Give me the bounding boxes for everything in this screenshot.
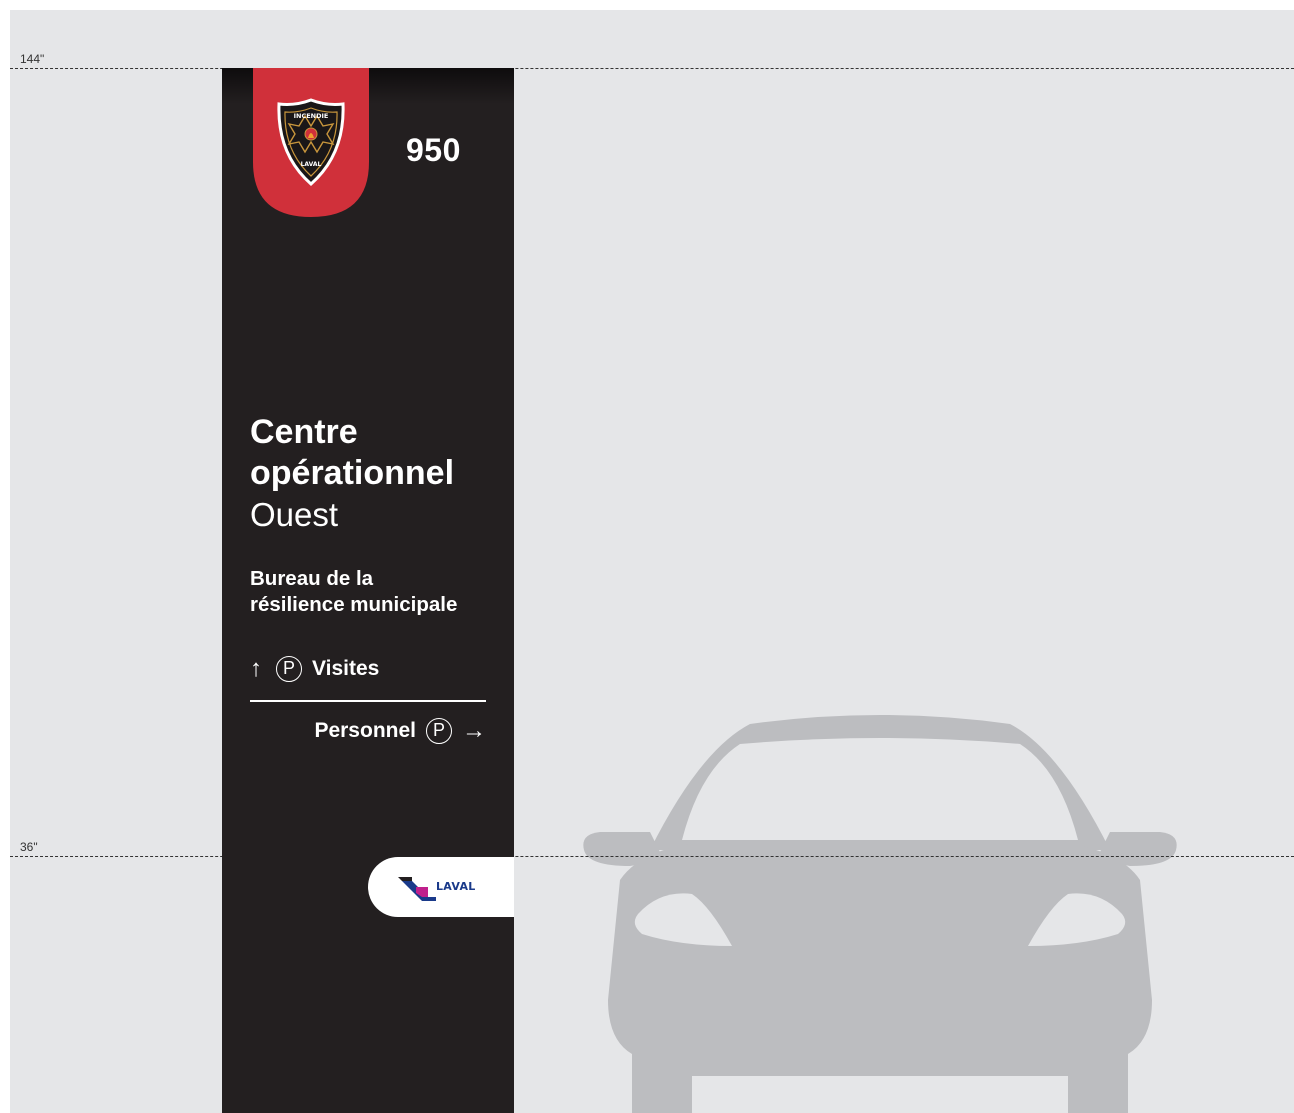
title-subtitle: Ouest <box>250 496 339 533</box>
sign-panel: INCENDIE LAVAL 950 Centre opérationnel O… <box>222 68 514 1113</box>
signage-drawing: 144" 36" INCENDIE LAVAL 950 Centre opéra… <box>10 10 1294 1113</box>
dimension-label-36: 36" <box>20 840 38 854</box>
address-number: 950 <box>406 132 461 168</box>
city-logo-tab: LAVAL <box>368 857 514 917</box>
direction-personnel: Personnel P → <box>314 716 486 746</box>
direction-visites: ↑ P Visites <box>250 654 379 684</box>
direction-label-personnel: Personnel <box>314 719 416 742</box>
parking-circle-icon: P <box>426 718 452 744</box>
fire-department-shield-icon: INCENDIE LAVAL <box>253 68 369 217</box>
arrow-right-icon: → <box>462 717 486 744</box>
bureau-line-1: Bureau de la <box>250 567 374 590</box>
direction-label-visites: Visites <box>312 657 380 680</box>
title-line-2: opérationnel <box>250 454 455 492</box>
bureau-line-2: résilience municipale <box>250 593 458 616</box>
direction-divider <box>250 700 486 702</box>
svg-text:INCENDIE: INCENDIE <box>294 112 329 120</box>
bureau-text: Bureau de la résilience municipale <box>250 566 457 618</box>
dimension-line-144 <box>10 68 1294 69</box>
parking-circle-icon: P <box>276 656 302 682</box>
svg-text:LAVAL: LAVAL <box>301 161 322 168</box>
laval-wordmark: LAVAL <box>436 880 476 893</box>
dimension-line-36 <box>10 856 1294 857</box>
dimension-label-144: 144" <box>20 52 45 66</box>
title-line-1: Centre <box>250 413 358 451</box>
car-front-silhouette-icon <box>583 715 1177 1113</box>
arrow-up-icon: ↑ <box>250 655 262 682</box>
building-title: Centre opérationnel Ouest <box>250 412 510 535</box>
